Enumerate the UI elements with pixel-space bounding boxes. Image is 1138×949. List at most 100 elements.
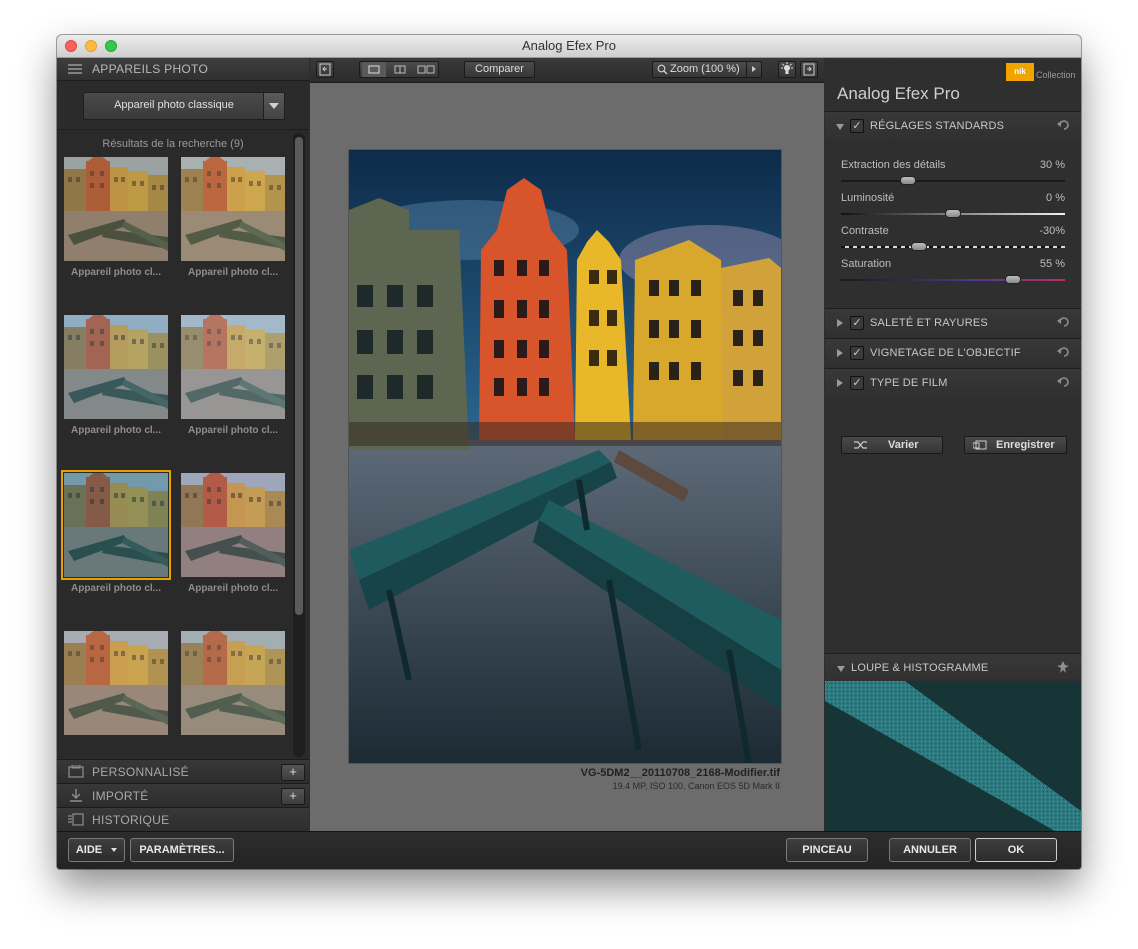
compare-button[interactable]: Comparer (464, 61, 535, 78)
enable-checkbox[interactable]: ✓ (850, 316, 864, 330)
toggle-browser-button[interactable] (316, 61, 334, 78)
split-view-icon[interactable] (388, 62, 412, 77)
save-icon (973, 440, 987, 450)
single-view-icon[interactable] (362, 62, 386, 77)
preset-thumbnail[interactable] (64, 631, 168, 759)
section-imported[interactable]: IMPORTÉ + (57, 783, 309, 807)
view-mode-group (359, 61, 439, 78)
section-lens-vignette[interactable]: ✓ VIGNETAGE DE L'OBJECTIF (825, 338, 1081, 367)
history-icon (68, 813, 84, 826)
enable-checkbox[interactable]: ✓ (850, 346, 864, 360)
background-toggle-button[interactable] (778, 61, 796, 78)
expand-arrow-icon[interactable] (836, 124, 844, 130)
side-by-side-icon[interactable] (414, 62, 438, 77)
add-import-button[interactable]: + (281, 788, 305, 805)
expand-arrow-icon[interactable] (837, 319, 843, 327)
preset-caption: Appareil photo cl... (187, 583, 278, 594)
brush-button[interactable]: PINCEAU (786, 838, 868, 862)
slider-value: 30 % (1039, 159, 1065, 171)
section-loupe-histogram[interactable]: LOUPE & HISTOGRAMME (825, 653, 1081, 682)
bottom-bar: AIDE PARAMÈTRES... PINCEAU ANNULER OK (57, 831, 1081, 869)
list-icon (68, 64, 82, 74)
slider-knob[interactable] (911, 242, 928, 251)
cameras-header[interactable]: APPAREILS PHOTO (57, 58, 309, 81)
preview-image[interactable] (349, 150, 781, 763)
expand-arrow-icon[interactable] (837, 666, 845, 672)
section-custom-label: PERSONNALISÉ (92, 765, 189, 779)
settings-button[interactable]: PARAMÈTRES... (130, 838, 234, 862)
help-label: AIDE (75, 844, 103, 856)
slider-knob[interactable] (900, 176, 917, 185)
undo-icon[interactable] (1057, 376, 1069, 388)
section-standard-label: RÉGLAGES STANDARDS (870, 120, 1005, 132)
expand-arrow-icon[interactable] (837, 349, 843, 357)
title-bar: Analog Efex Pro (57, 35, 1081, 58)
help-menu-button[interactable]: AIDE (68, 838, 125, 862)
image-filename: VG-5DM2__20110708_2168-Modifier.tif (580, 767, 780, 779)
save-preset-label: Enregistrer (996, 439, 1055, 451)
undo-icon[interactable] (1057, 316, 1069, 328)
section-film-type[interactable]: ✓ TYPE DE FILM (825, 368, 1081, 397)
slider-knob[interactable] (945, 209, 961, 218)
slider-label: Extraction des détails (841, 159, 946, 171)
expand-arrow-icon[interactable] (837, 379, 843, 387)
zoom-control[interactable]: Zoom (100 %) (652, 61, 762, 78)
preset-preview (181, 631, 285, 735)
undo-icon[interactable] (1057, 346, 1069, 358)
image-metadata: 19.4 MP, ISO 100, Canon EOS 5D Mark II (612, 781, 780, 791)
toggle-controls-button[interactable] (800, 61, 818, 78)
slider-label: Saturation (841, 258, 892, 270)
slider-value: 55 % (1039, 258, 1065, 270)
preset-preview (64, 315, 168, 419)
shuffle-icon (854, 441, 867, 449)
preset-thumbnail[interactable]: Appareil photo cl... (181, 315, 285, 443)
vary-button[interactable]: Varier (841, 436, 943, 454)
section-vignette-label: VIGNETAGE DE L'OBJECTIF (870, 347, 1021, 359)
scrollbar-thumb[interactable] (295, 137, 303, 615)
camera-type-dropdown[interactable]: Appareil photo classique (83, 92, 285, 120)
section-dirt-label: SALETÉ ET RAYURES (870, 317, 988, 329)
search-results-label: Résultats de la recherche (9) (102, 138, 244, 150)
nik-logo: nik (1006, 63, 1034, 81)
preset-preview (181, 473, 285, 577)
preset-thumbnail[interactable]: Appareil photo cl... (181, 473, 285, 601)
zoom-level: Zoom (100 %) (670, 63, 740, 75)
slider-knob[interactable] (1005, 275, 1022, 284)
section-imported-label: IMPORTÉ (92, 789, 149, 803)
preset-thumbnail[interactable] (181, 631, 285, 759)
section-film-label: TYPE DE FILM (870, 377, 948, 389)
app-window: Analog Efex Pro APPAREILS PHOTO Appareil… (57, 35, 1081, 869)
section-history[interactable]: HISTORIQUE (57, 807, 309, 832)
slider-track[interactable] (841, 180, 1065, 182)
section-standard-settings[interactable]: ✓ RÉGLAGES STANDARDS (825, 111, 1081, 140)
slider-track[interactable] (841, 246, 1065, 248)
presets-panel: APPAREILS PHOTO Appareil photo classique… (57, 58, 309, 832)
chevron-down-icon[interactable] (263, 93, 284, 119)
slider-label: Luminosité (841, 192, 895, 204)
save-preset-button[interactable]: Enregistrer (964, 436, 1067, 454)
add-custom-button[interactable]: + (281, 764, 305, 781)
ok-button[interactable]: OK (975, 838, 1057, 862)
preset-caption: Appareil photo cl... (70, 583, 161, 594)
preset-preview (64, 631, 168, 735)
slider-track[interactable] (841, 279, 1065, 281)
preset-thumbnail[interactable]: Appareil photo cl... (64, 315, 168, 443)
search-icon (657, 64, 668, 75)
section-custom[interactable]: PERSONNALISÉ + (57, 759, 309, 783)
preset-thumbnail[interactable]: Appareil photo cl... (64, 157, 168, 285)
preset-thumbnail[interactable]: Appareil photo cl... (181, 157, 285, 285)
section-dirt-scratches[interactable]: ✓ SALETÉ ET RAYURES (825, 308, 1081, 337)
zoom-menu-arrow-icon[interactable] (746, 62, 761, 77)
cancel-button[interactable]: ANNULER (889, 838, 971, 862)
section-loupe-label: LOUPE & HISTOGRAMME (851, 662, 989, 674)
collection-label: Collection (1036, 70, 1076, 80)
enable-checkbox[interactable]: ✓ (850, 376, 864, 390)
pin-icon[interactable] (1057, 661, 1069, 673)
lightbulb-icon (781, 62, 793, 74)
preset-thumbnail-selected[interactable]: Appareil photo cl... (61, 470, 171, 601)
enable-checkbox[interactable]: ✓ (850, 119, 864, 133)
undo-icon[interactable] (1057, 119, 1069, 131)
preview-area: Comparer Zoom (100 %) VG-5DM2__20110708_… (310, 58, 824, 831)
loupe-preview[interactable] (825, 681, 1081, 831)
presets-scrollbar[interactable] (293, 133, 305, 757)
